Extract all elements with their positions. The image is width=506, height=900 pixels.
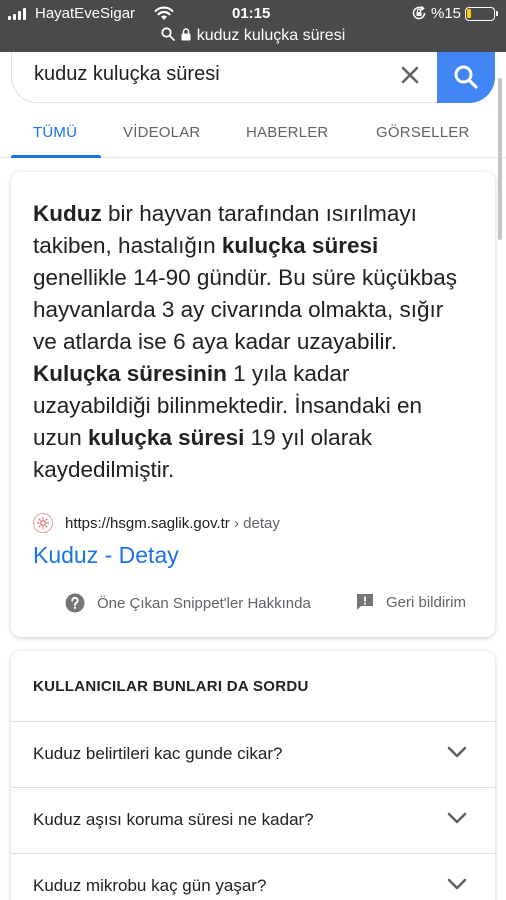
chevron-down-icon [447, 878, 467, 890]
carrier-name: HayatEveSigar [35, 5, 136, 22]
address-bar[interactable]: kuduz kuluçka süresi [0, 27, 506, 45]
people-also-ask-card: KULLANICILAR BUNLARI DA SORDU Kuduz beli… [11, 651, 495, 900]
featured-snippet-card: Kuduz bir hayvan tarafından ısırılmayı t… [11, 172, 495, 637]
source-url: https://hsgm.saglik.gov.tr [65, 514, 230, 532]
question-text: Kuduz belirtileri kac gunde cikar? [33, 744, 283, 763]
cellular-signal-icon [8, 8, 26, 20]
clear-icon[interactable] [400, 64, 420, 86]
result-title-link[interactable]: Kuduz - Detay [33, 542, 179, 569]
tab-videos[interactable]: VİDEOLAR [123, 124, 200, 141]
result-source[interactable]: https://hsgm.saglik.gov.tr › detay [33, 512, 280, 534]
search-box: kuduz kuluçka süresi [11, 52, 495, 103]
search-input[interactable]: kuduz kuluçka süresi [34, 63, 220, 86]
snippet-text: Kuduz bir hayvan tarafından ısırılmayı t… [33, 198, 473, 486]
about-snippets-link[interactable]: Öne Çıkan Snippet'ler Hakkında [65, 593, 311, 613]
snippet-run: genellikle 14-90 gündür. Bu süre küçükba… [33, 265, 458, 354]
wifi-icon [154, 6, 174, 20]
question-item[interactable]: Kuduz belirtileri kac gunde cikar? [11, 721, 495, 787]
people-also-ask-heading: KULLANICILAR BUNLARI DA SORDU [33, 678, 309, 695]
active-tab-indicator [11, 155, 101, 158]
snippet-highlight: Kuluçka süresinin [33, 361, 227, 386]
question-item[interactable]: Kuduz mikrobu kaç gün yaşar? [11, 853, 495, 900]
status-time: 01:15 [232, 5, 271, 22]
tab-images[interactable]: GÖRSELLER [376, 124, 470, 141]
feedback-icon [357, 594, 373, 610]
site-favicon-icon [33, 513, 53, 533]
tab-news[interactable]: HABERLER [246, 124, 328, 141]
scrollbar[interactable] [498, 78, 502, 240]
source-path: › detay [233, 514, 280, 532]
search-icon [454, 65, 478, 89]
status-bar: HayatEveSigar 01:15 %15 kuduz kuluçka sü… [0, 0, 506, 52]
question-item[interactable]: Kuduz aşısı koruma süresi ne kadar? [11, 787, 495, 853]
address-bar-text: kuduz kuluçka süresi [196, 27, 346, 44]
snippet-highlight: Kuduz [33, 201, 102, 226]
chevron-down-icon [447, 746, 467, 758]
search-tabs: TÜMÜ VİDEOLAR HABERLER GÖRSELLER [0, 104, 506, 158]
question-text: Kuduz aşısı koruma süresi ne kadar? [33, 810, 314, 829]
padlock-icon [181, 28, 191, 41]
battery-percent: %15 [431, 5, 462, 22]
help-icon [65, 593, 85, 613]
snippet-highlight: kuluçka süresi [88, 425, 245, 450]
snippet-footer: Öne Çıkan Snippet'ler Hakkında Geri bild… [11, 593, 495, 615]
feedback-label: Geri bildirim [386, 593, 467, 611]
battery-icon [465, 7, 498, 21]
tab-all[interactable]: TÜMÜ [33, 124, 77, 141]
feedback-link[interactable]: Geri bildirim [356, 593, 466, 611]
search-icon [161, 27, 175, 41]
about-snippets-label: Öne Çıkan Snippet'ler Hakkında [97, 594, 311, 612]
chevron-down-icon [447, 812, 467, 824]
orientation-lock-icon [412, 5, 426, 20]
question-text: Kuduz mikrobu kaç gün yaşar? [33, 876, 267, 895]
search-button[interactable] [437, 52, 495, 103]
snippet-highlight: kuluçka süresi [221, 233, 379, 258]
